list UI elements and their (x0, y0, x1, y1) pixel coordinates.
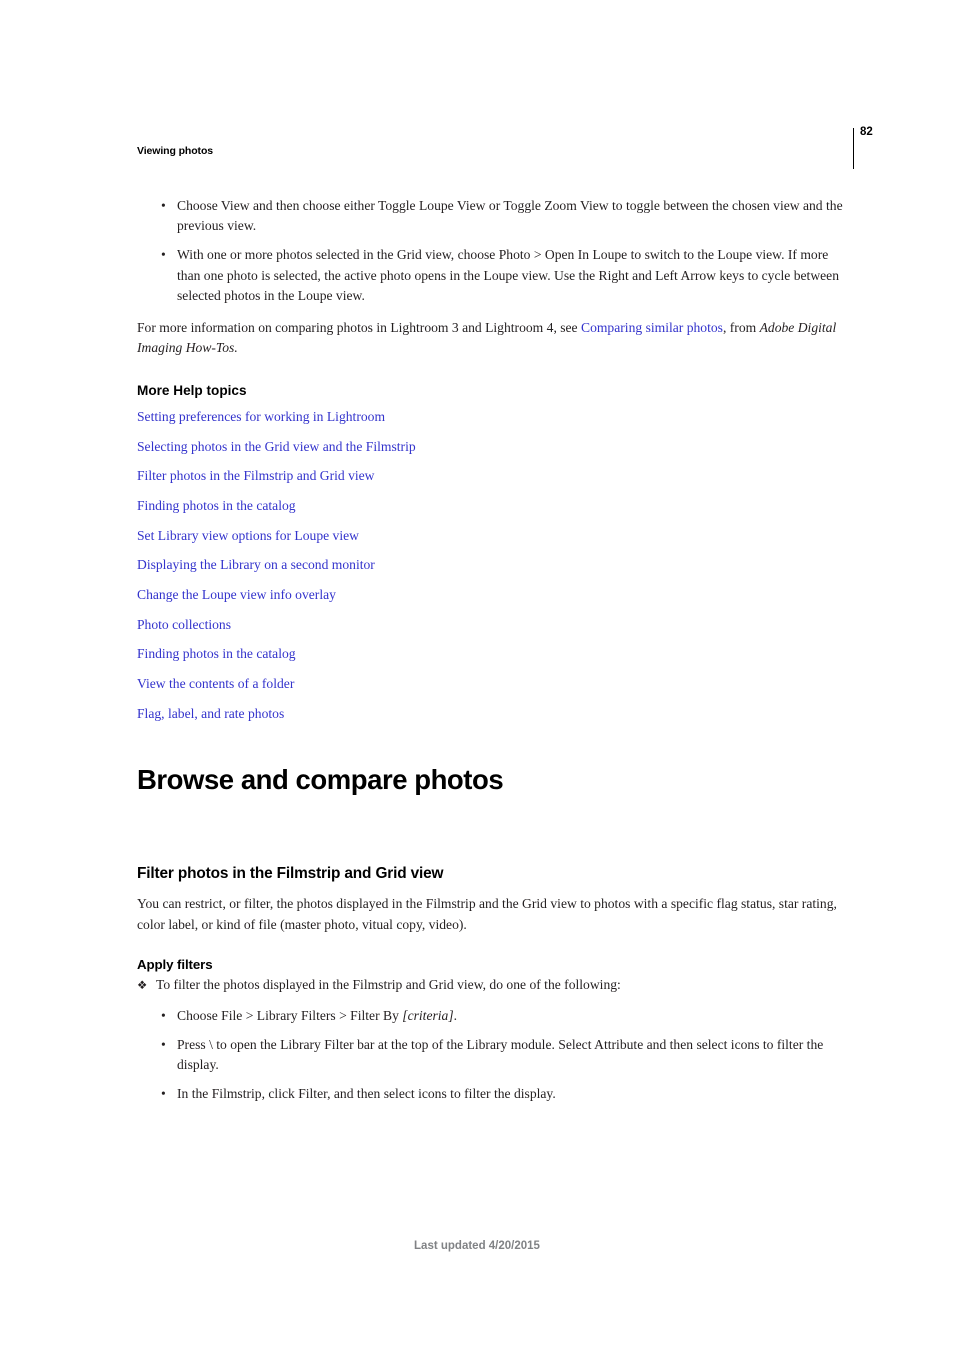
intro-bullet-list: • Choose View and then choose either Tog… (137, 196, 849, 306)
list-item: View the contents of a folder (137, 666, 849, 696)
bullet-icon: • (161, 1036, 166, 1052)
footer-last-updated: Last updated 4/20/2015 (414, 1240, 540, 1252)
document-page: Viewing photos 82 • Choose View and then… (0, 0, 954, 1350)
apply-filters-step-list: • Choose File > Library Filters > Filter… (137, 1006, 849, 1105)
list-item-emphasis: [criteria] (402, 1007, 454, 1023)
list-item: • Choose File > Library Filters > Filter… (137, 1006, 849, 1026)
list-item: Finding photos in the catalog (137, 488, 849, 518)
list-item-tail: . (453, 1007, 458, 1023)
more-help-topics-list: Setting preferences for working in Light… (137, 399, 849, 726)
help-topic-link[interactable]: View the contents of a folder (137, 676, 294, 691)
list-item-text: In the Filmstrip, click Filter, and then… (177, 1086, 556, 1102)
more-help-topics-section: More Help topics Setting preferences for… (137, 383, 849, 726)
page-number: 82 (860, 126, 873, 138)
list-item: • With one or more photos selected in th… (137, 245, 849, 306)
page-title: Browse and compare photos (137, 764, 504, 795)
help-topic-link[interactable]: Finding photos in the catalog (137, 498, 296, 513)
apply-filters-section: Apply filters ❖ To filter the photos dis… (137, 958, 849, 1113)
help-topic-link[interactable]: Setting preferences for working in Light… (137, 409, 385, 424)
section-heading: Filter photos in the Filmstrip and Grid … (137, 865, 444, 882)
help-topic-link[interactable]: Flag, label, and rate photos (137, 706, 284, 721)
help-topic-link[interactable]: Set Library view options for Loupe view (137, 528, 359, 543)
folio-divider-rule (853, 128, 854, 169)
info-paragraph-block: For more information on comparing photos… (137, 318, 849, 358)
task-statement-text: To filter the photos displayed in the Fi… (156, 977, 621, 993)
list-item-text: With one or more photos selected in the … (177, 247, 840, 303)
list-item: Setting preferences for working in Light… (137, 399, 849, 429)
list-item: Flag, label, and rate photos (137, 696, 849, 726)
list-item-text: Press \ to open the Library Filter bar a… (177, 1036, 824, 1072)
help-topic-link[interactable]: Filter photos in the Filmstrip and Grid … (137, 468, 375, 483)
list-item-text: Choose View and then choose either Toggl… (177, 198, 843, 234)
info-paragraph-mid: , from (722, 320, 760, 335)
floret-bullet-icon: ❖ (137, 979, 148, 992)
list-item: Change the Loupe view info overlay (137, 577, 849, 607)
list-item: • Press \ to open the Library Filter bar… (137, 1035, 849, 1075)
bullet-icon: • (161, 1007, 166, 1023)
more-help-topics-heading: More Help topics (137, 383, 247, 398)
list-item: • Choose View and then choose either Tog… (137, 196, 849, 236)
bullet-icon: • (161, 247, 166, 263)
list-item-text: Choose File > Library Filters > Filter B… (177, 1007, 403, 1023)
bullet-icon: • (161, 198, 166, 213)
bullet-icon: • (161, 1086, 166, 1102)
help-topic-link[interactable]: Change the Loupe view info overlay (137, 587, 336, 602)
chapter-heading-block: Browse and compare photos (137, 766, 849, 794)
task-statement: ❖ To filter the photos displayed in the … (137, 975, 849, 995)
list-item: Selecting photos in the Grid view and th… (137, 429, 849, 459)
list-item: Finding photos in the catalog (137, 636, 849, 666)
list-item: • In the Filmstrip, click Filter, and th… (137, 1084, 849, 1104)
info-paragraph: For more information on comparing photos… (137, 318, 849, 358)
list-item: Displaying the Library on a second monit… (137, 547, 849, 577)
intro-bullet-section: • Choose View and then choose either Tog… (137, 196, 849, 306)
comparing-similar-photos-link[interactable]: Comparing similar photos (581, 320, 723, 335)
running-head: Viewing photos (137, 145, 213, 157)
apply-filters-heading: Apply filters (137, 957, 213, 972)
help-topic-link[interactable]: Finding photos in the catalog (137, 646, 296, 661)
filter-photos-section: Filter photos in the Filmstrip and Grid … (137, 866, 849, 935)
section-body-text: You can restrict, or filter, the photos … (137, 896, 837, 932)
list-item: Photo collections (137, 607, 849, 637)
help-topic-link[interactable]: Selecting photos in the Grid view and th… (137, 439, 416, 454)
list-item: Filter photos in the Filmstrip and Grid … (137, 458, 849, 488)
help-topic-link[interactable]: Photo collections (137, 617, 231, 632)
help-topic-link[interactable]: Displaying the Library on a second monit… (137, 557, 375, 572)
info-paragraph-lead: For more information on comparing photos… (137, 320, 581, 335)
list-item: Set Library view options for Loupe view (137, 518, 849, 548)
